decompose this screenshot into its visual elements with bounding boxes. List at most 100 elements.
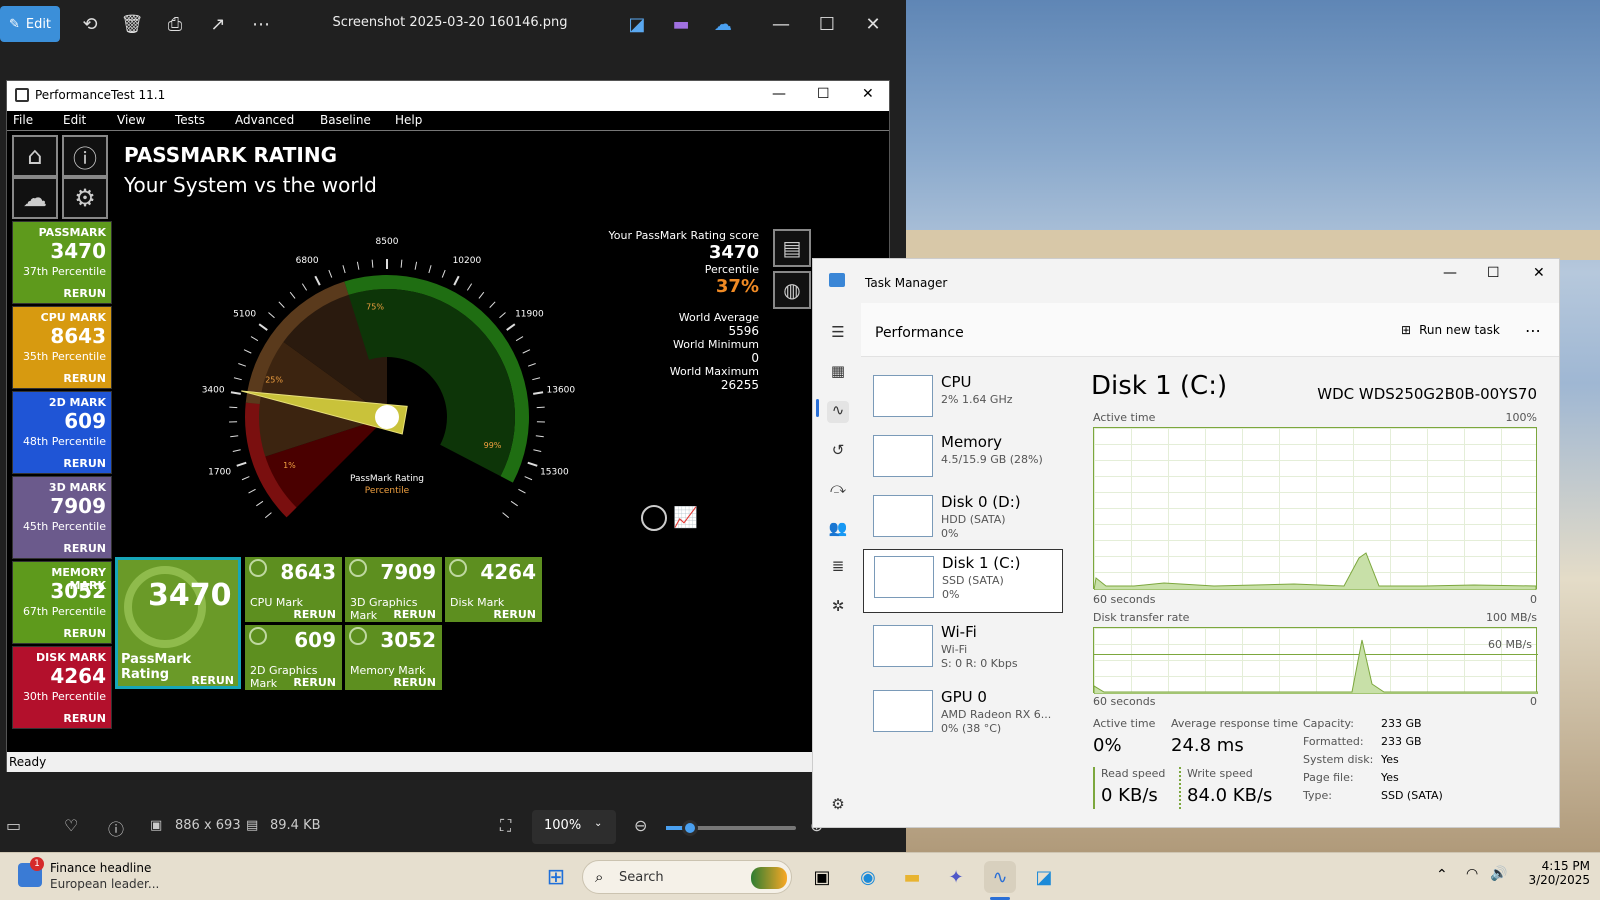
photos-icon[interactable]: ◪ [1028, 861, 1060, 893]
menu-file[interactable]: File [13, 113, 33, 127]
hamburger-menu-icon[interactable]: ☰ [827, 323, 849, 345]
rating-tile-rerun[interactable]: RERUN [191, 674, 234, 687]
volume-icon[interactable]: 🔊 [1490, 866, 1507, 882]
pm-minimize-icon[interactable]: — [772, 86, 786, 102]
news-title[interactable]: Finance headline [50, 861, 151, 875]
mark-tile-3d-graphics-mark[interactable]: 7909 3D Graphics Mark RERUN [345, 557, 442, 622]
score-box-rerun[interactable]: RERUN [63, 542, 106, 555]
taskbar-search[interactable]: ⌕ Search [582, 860, 792, 894]
transfer-zero: 0 [1530, 695, 1537, 708]
mark-tile-disk-mark[interactable]: 4264 Disk Mark RERUN [445, 557, 542, 622]
mark-tile-cpu-mark[interactable]: 8643 CPU Mark RERUN [245, 557, 342, 622]
rotate-icon[interactable]: ⟲ [72, 6, 108, 42]
tile-rerun[interactable]: RERUN [493, 608, 536, 621]
passmark-rating-tile[interactable]: 3470 PassMark Rating RERUN [115, 557, 241, 689]
menu-help[interactable]: Help [395, 113, 422, 127]
info-icon[interactable]: ⓘ [108, 816, 124, 840]
tm-maximize-icon[interactable]: ☐ [1487, 265, 1500, 281]
teams-icon[interactable]: ✦ [940, 861, 972, 893]
pm-close-icon[interactable]: ✕ [862, 86, 874, 102]
perf-item-gpu-0[interactable]: GPU 0 AMD Radeon RX 6... 0% (38 °C) [863, 684, 1063, 748]
filmstrip-icon[interactable]: ▭ [6, 816, 21, 835]
perf-item-disk-0-d[interactable]: Disk 0 (D:) HDD (SATA) 0% [863, 489, 1063, 553]
processes-icon[interactable]: ▦ [827, 362, 849, 384]
gauge-center-label: PassMark Rating [350, 474, 424, 484]
menu-view[interactable]: View [117, 113, 145, 127]
performance-icon[interactable]: ∿ [827, 401, 849, 423]
more-options-icon[interactable]: ⋯ [243, 6, 279, 42]
perf-item-cpu[interactable]: CPU 2% 1.64 GHz [863, 369, 1063, 433]
chart-icon[interactable]: 📈 [673, 505, 701, 531]
score-box-passmark[interactable]: PASSMARK 3470 37th Percentile RERUN [12, 221, 112, 304]
users-icon[interactable]: 👥 [827, 519, 849, 541]
mark-tile-2d-graphics-mark[interactable]: 609 2D Graphics Mark RERUN [245, 625, 342, 690]
score-box-memory-mark[interactable]: MEMORY MARK 3052 67th Percentile RERUN [12, 561, 112, 644]
edit-button[interactable]: ✎ Edit [0, 6, 60, 42]
services-icon[interactable]: ✲ [827, 597, 849, 619]
minimize-icon[interactable]: — [766, 6, 796, 42]
score-box-cpu-mark[interactable]: CPU MARK 8643 35th Percentile RERUN [12, 306, 112, 389]
gauge-percentile-label: 25% [265, 376, 283, 385]
zoom-slider-thumb[interactable] [682, 820, 698, 836]
menu-tests[interactable]: Tests [175, 113, 205, 127]
zoom-out-icon[interactable]: ⊖ [634, 816, 647, 835]
score-box-rerun[interactable]: RERUN [63, 372, 106, 385]
task-view-icon[interactable]: ▣ [806, 861, 838, 893]
menu-baseline[interactable]: Baseline [320, 113, 371, 127]
edge-icon[interactable]: ◉ [852, 861, 884, 893]
close-icon[interactable]: ✕ [858, 6, 888, 42]
start-button-icon[interactable]: ⊞ [540, 861, 572, 893]
task-manager-taskbar-icon[interactable]: ∿ [984, 861, 1016, 893]
score-box-2d-mark[interactable]: 2D MARK 609 48th Percentile RERUN [12, 391, 112, 474]
tm-minimize-icon[interactable]: — [1443, 265, 1457, 281]
score-box-rerun[interactable]: RERUN [63, 712, 106, 725]
speedometer-icon[interactable] [641, 505, 667, 531]
score-box-rerun[interactable]: RERUN [63, 457, 106, 470]
perf-item-disk-1-c[interactable]: Disk 1 (C:) SSD (SATA) 0% [863, 549, 1063, 613]
clock[interactable]: 4:15 PM 3/20/2025 [1510, 859, 1590, 887]
tm-settings-icon[interactable]: ⚙ [827, 795, 849, 817]
news-subtitle[interactable]: European leader... [50, 877, 159, 891]
menu-edit[interactable]: Edit [63, 113, 86, 127]
score-box-3d-mark[interactable]: 3D MARK 7909 45th Percentile RERUN [12, 476, 112, 559]
run-new-task-button[interactable]: ⊞ Run new task [1401, 323, 1500, 337]
file-explorer-icon[interactable]: ▬ [896, 861, 928, 893]
mark-tile-memory-mark[interactable]: 3052 Memory Mark RERUN [345, 625, 442, 690]
tile-rerun[interactable]: RERUN [393, 676, 436, 689]
cloud-results-icon[interactable]: ☁ [12, 177, 58, 219]
perf-item-wi-fi[interactable]: Wi-Fi Wi-Fi S: 0 R: 0 Kbps [863, 619, 1063, 683]
wifi-icon[interactable]: ◠ [1466, 866, 1478, 882]
tm-more-icon[interactable]: ⋯ [1525, 321, 1541, 340]
report-icon[interactable]: ▤ [773, 229, 811, 267]
perf-item-memory[interactable]: Memory 4.5/15.9 GB (28%) [863, 429, 1063, 493]
system-info-icon[interactable]: ⓘ [62, 135, 108, 177]
delete-icon[interactable]: 🗑 [114, 6, 150, 42]
clipchamp-icon[interactable]: ▬ [666, 6, 696, 42]
zoom-dropdown[interactable]: 100% ⌄ [532, 810, 616, 844]
startup-apps-icon[interactable]: ⤼ [827, 479, 849, 501]
tile-rerun[interactable]: RERUN [393, 608, 436, 621]
tile-rerun[interactable]: RERUN [293, 676, 336, 689]
favorite-icon[interactable]: ♡ [64, 816, 78, 835]
pm-maximize-icon[interactable]: ☐ [817, 86, 830, 102]
home-icon[interactable]: ⌂ [12, 135, 58, 177]
designer-icon[interactable]: ◪ [622, 6, 652, 42]
details-icon[interactable]: ≣ [827, 557, 849, 579]
tile-rerun[interactable]: RERUN [293, 608, 336, 621]
score-box-disk-mark[interactable]: DISK MARK 4264 30th Percentile RERUN [12, 646, 112, 729]
score-box-rerun[interactable]: RERUN [63, 627, 106, 640]
tm-close-icon[interactable]: ✕ [1533, 265, 1545, 281]
onedrive-icon[interactable]: ☁ [708, 6, 738, 42]
maximize-icon[interactable]: ☐ [812, 6, 842, 42]
menu-advanced[interactable]: Advanced [235, 113, 294, 127]
settings-gear-icon[interactable]: ⚙ [62, 177, 108, 219]
zoom-slider[interactable] [666, 820, 796, 836]
world-globe-icon[interactable]: ◍ [773, 271, 811, 309]
app-history-icon[interactable]: ↺ [827, 441, 849, 463]
fit-window-icon[interactable]: ⛶ [500, 816, 511, 836]
print-icon[interactable]: ⎙ [157, 6, 193, 42]
score-box-rerun[interactable]: RERUN [63, 287, 106, 300]
chevron-up-icon[interactable]: ⌃ [1436, 867, 1448, 883]
share-icon[interactable]: ↗ [200, 6, 236, 42]
perf-item-thumbnail [873, 435, 933, 477]
